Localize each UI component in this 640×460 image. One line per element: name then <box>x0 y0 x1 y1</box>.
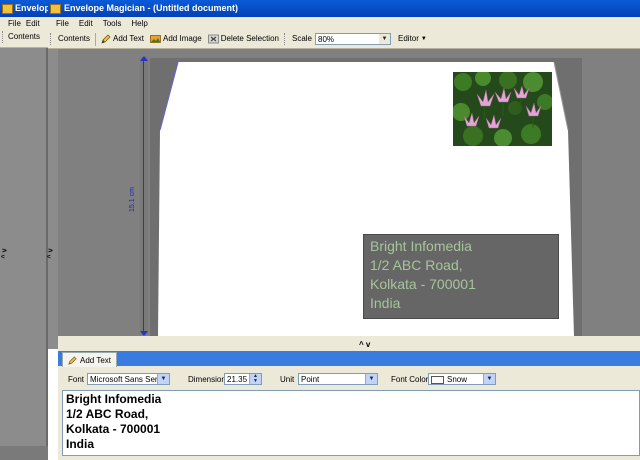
left-panel-handle[interactable]: ^ v <box>47 249 54 259</box>
font-color-value: Snow <box>447 375 468 384</box>
scale-dropdown[interactable]: 80% ▼ <box>315 33 391 45</box>
unit-dropdown[interactable]: Point ▼ <box>298 373 378 385</box>
menu-tools[interactable]: Tools <box>98 17 127 30</box>
background-window-titlebar[interactable]: Envelop <box>0 0 48 17</box>
address-text-block[interactable]: Bright Infomedia 1/2 ABC Road, Kolkata -… <box>363 234 559 319</box>
chevron-down-icon[interactable]: ▼ <box>379 34 390 44</box>
panel-tab-strip <box>58 351 640 366</box>
dimension-line <box>143 60 144 333</box>
toolbar-separator <box>95 32 97 46</box>
splitter-handle[interactable]: ^ v <box>359 340 370 349</box>
scale-label: Scale <box>291 34 312 43</box>
toolbar: Contents Add Text Add Image Delete Selec… <box>48 30 640 49</box>
image-icon <box>150 35 161 43</box>
font-color-dropdown[interactable]: Snow ▼ <box>428 373 496 385</box>
back-menu-file[interactable]: File <box>0 17 24 30</box>
scale-value: 80% <box>318 35 335 44</box>
chevron-down-icon: ▼ <box>420 36 427 42</box>
editor-label: Editor <box>398 34 419 43</box>
dimension-arrow-top-icon <box>140 56 148 61</box>
chevron-down-icon[interactable]: ▼ <box>365 374 377 384</box>
font-value: Microsoft Sans Serif <box>90 375 162 384</box>
menu-file[interactable]: File <box>48 17 74 30</box>
address-line: India <box>370 295 401 311</box>
app-icon <box>2 3 13 14</box>
chevron-down-icon[interactable]: ▼ <box>157 374 169 384</box>
tab-add-text[interactable]: Add Text <box>62 352 117 367</box>
contents-button-label: Contents <box>58 34 91 43</box>
dimension-value: 21.35 <box>227 375 248 384</box>
tab-add-text-label: Add Text <box>80 355 111 365</box>
background-window-title: Envelop <box>15 3 48 13</box>
pencil-icon <box>68 355 77 365</box>
font-dropdown[interactable]: Microsoft Sans Serif ▼ <box>87 373 170 385</box>
back-contents-button[interactable]: Contents <box>7 30 41 44</box>
add-text-button[interactable]: Add Text <box>98 32 147 46</box>
text-line: 1/2 ABC Road, <box>66 407 149 421</box>
toolbar-grip[interactable] <box>2 30 5 43</box>
text-line: India <box>66 437 95 451</box>
text-line: Kolkata - 700001 <box>66 422 161 436</box>
unit-label: Unit <box>280 375 295 384</box>
unit-value: Point <box>301 375 320 384</box>
address-line: Kolkata - 700001 <box>370 276 476 292</box>
lotus-image[interactable] <box>453 72 552 146</box>
background-toolbar: Contents <box>0 30 48 48</box>
menubar: File Edit Tools Help <box>48 17 640 30</box>
chevron-down-icon[interactable]: ▼ <box>483 374 495 384</box>
background-panel-handle[interactable]: ^ v <box>1 249 8 259</box>
window-titlebar[interactable]: Envelope Magician - (Untitled document) <box>48 0 640 17</box>
toolbar-grip[interactable] <box>50 33 53 45</box>
delete-selection-label: Delete Selection <box>220 34 279 43</box>
menu-edit[interactable]: Edit <box>74 17 98 30</box>
menu-help[interactable]: Help <box>126 17 152 30</box>
background-window-bottom <box>0 446 48 460</box>
dimension-stepper[interactable]: 21.35 ▲ ▼ <box>224 373 262 385</box>
spinner-icon[interactable]: ▲ ▼ <box>249 374 261 384</box>
dimension-label: Dimension <box>188 375 226 384</box>
app-icon <box>50 3 61 14</box>
toolbar-grip[interactable] <box>283 33 287 45</box>
background-side-panel <box>0 48 48 446</box>
window-title: Envelope Magician - (Untitled document) <box>64 3 239 13</box>
delete-selection-button[interactable]: Delete Selection <box>205 32 282 46</box>
left-collapsed-panel <box>48 49 58 349</box>
add-text-label: Add Text <box>113 34 145 43</box>
delete-icon <box>207 34 219 44</box>
pencil-icon <box>101 34 111 44</box>
text-properties-row: Font Microsoft Sans Serif ▼ Dimension 21… <box>66 373 636 387</box>
text-line: Bright Infomedia <box>66 392 162 406</box>
back-menu-edit[interactable]: Edit <box>24 17 42 30</box>
contents-button[interactable]: Contents <box>55 32 93 46</box>
text-editor-area[interactable]: Bright Infomedia 1/2 ABC Road, Kolkata -… <box>62 390 640 456</box>
font-label: Font <box>68 375 85 384</box>
address-line: 1/2 ABC Road, <box>370 257 463 273</box>
add-image-button[interactable]: Add Image <box>147 32 205 46</box>
font-color-label: Font Color <box>391 375 429 384</box>
background-menubar: File Edit <box>0 17 48 30</box>
color-swatch <box>431 376 444 384</box>
panel-splitter[interactable] <box>58 336 640 349</box>
vertical-ruler <box>140 57 148 335</box>
add-image-label: Add Image <box>163 34 202 43</box>
address-line: Bright Infomedia <box>370 238 472 254</box>
dimension-label: 15.1 cm <box>129 187 136 212</box>
editor-dropdown-button[interactable]: Editor ▼ <box>395 32 430 46</box>
